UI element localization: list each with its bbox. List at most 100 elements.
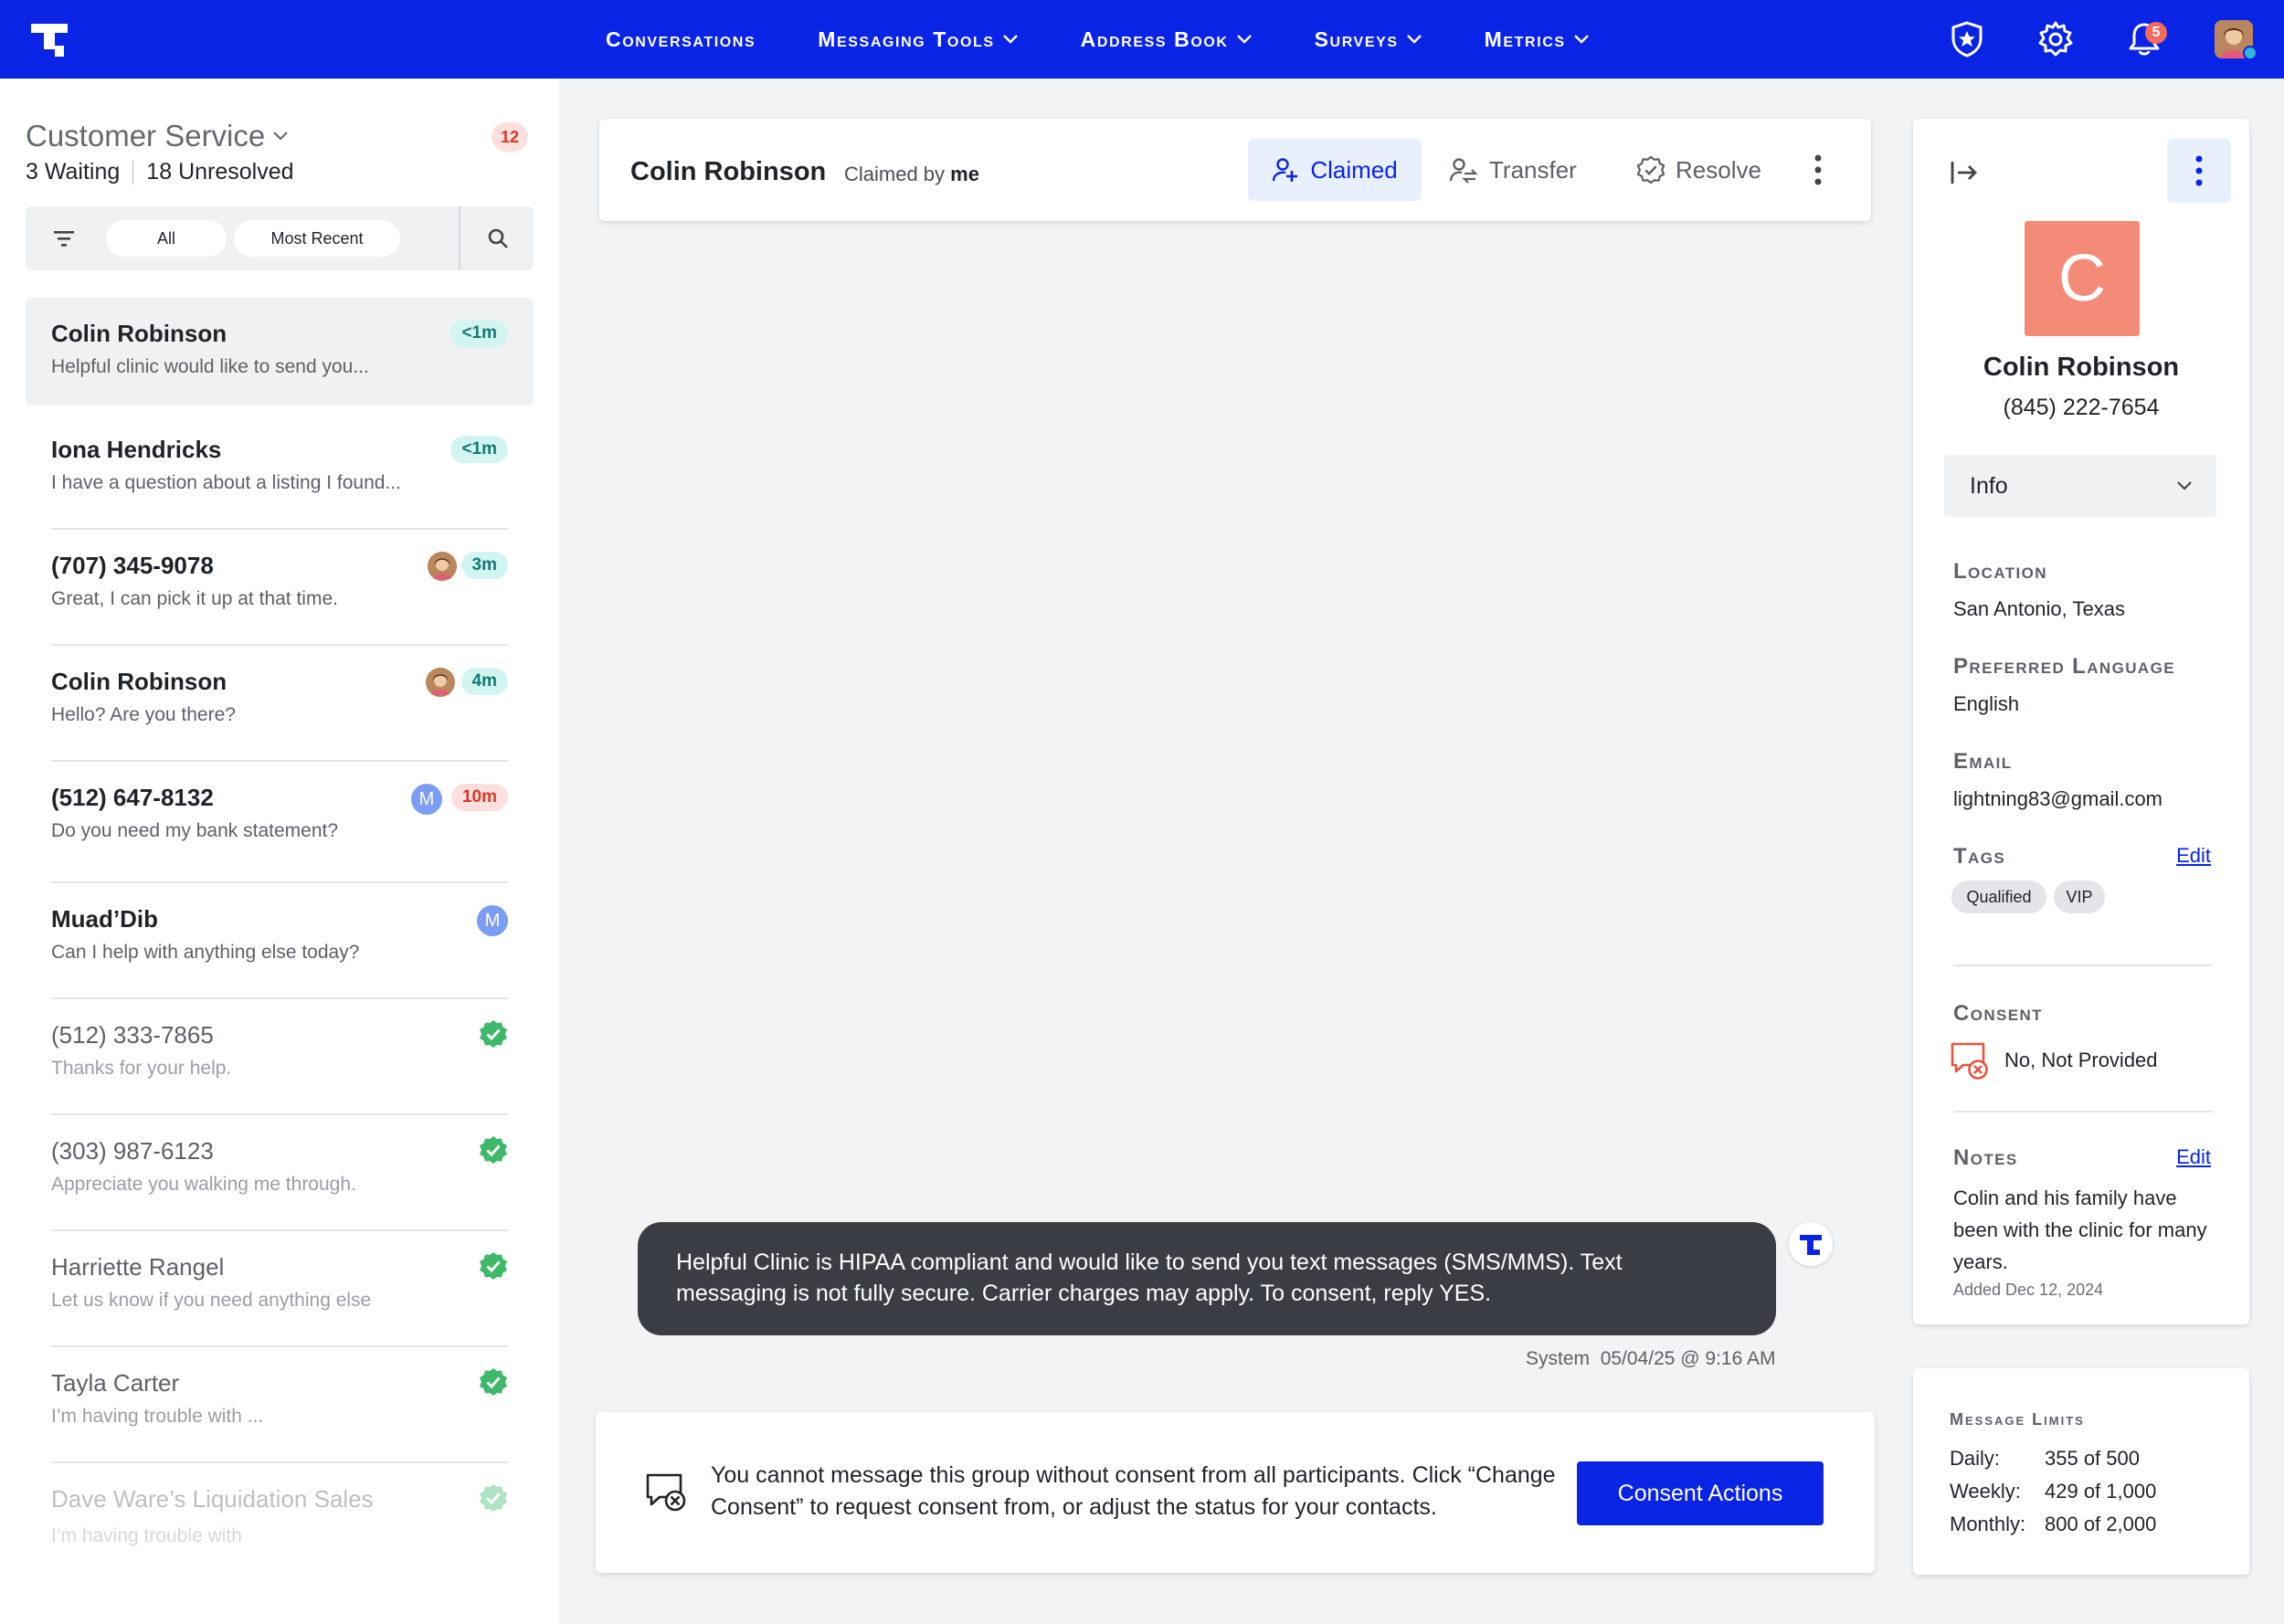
conversation-item[interactable]: (707) 345-9078 Great, I can pick it up a… xyxy=(26,530,534,646)
conversation-item[interactable]: Harriette Rangel Let us know if you need… xyxy=(26,1231,534,1347)
message-sender: System xyxy=(1526,1348,1591,1369)
consent-actions-button[interactable]: Consent Actions xyxy=(1577,1461,1824,1525)
app-logo-icon xyxy=(1800,1235,1822,1255)
conversation-snippet: Great, I can pick it up at that time. xyxy=(51,588,338,609)
conversation-name: Iona Hendricks xyxy=(51,436,222,463)
no-consent-chat-icon xyxy=(646,1473,686,1512)
tag-chip[interactable]: VIP xyxy=(2054,881,2105,913)
nav-metrics[interactable]: Metrics xyxy=(1485,27,1590,52)
collapse-panel-icon[interactable] xyxy=(1950,159,1979,186)
filter-bar: All Most Recent xyxy=(26,206,534,270)
conversation-name: (512) 333-7865 xyxy=(51,1021,214,1049)
chevron-down-icon xyxy=(2177,481,2192,490)
consent-label: Consent xyxy=(1953,1001,2043,1026)
filter-divider xyxy=(459,206,460,270)
limit-label: Daily: xyxy=(1950,1447,2001,1470)
message-limits-card: Message Limits Daily: 355 of 500 Weekly: 4… xyxy=(1913,1368,2249,1575)
resolve-label: Resolve xyxy=(1676,155,1761,184)
waiting-label: Waiting xyxy=(44,159,121,185)
tags-edit-link[interactable]: Edit xyxy=(2176,844,2211,868)
consent-notice: You cannot message this group without co… xyxy=(596,1412,1875,1573)
conversation-name: Harriette Rangel xyxy=(51,1253,225,1281)
tag-chip[interactable]: Qualified xyxy=(1951,881,2046,913)
resolved-check-icon xyxy=(480,1020,507,1048)
language-value: English xyxy=(1953,692,2020,715)
conversation-snippet: Helpful clinic would like to send you... xyxy=(51,356,369,377)
nav-surveys[interactable]: Surveys xyxy=(1315,27,1422,52)
conversation-snippet: Thanks for your help. xyxy=(51,1058,232,1079)
conversation-item[interactable]: (512) 647-8132 Do you need my bank state… xyxy=(26,762,534,883)
email-label: Email xyxy=(1953,749,2013,774)
section-select[interactable]: Info xyxy=(1944,455,2216,517)
assignee-avatar: M xyxy=(477,905,508,936)
conversation-name: Tayla Carter xyxy=(51,1369,180,1397)
app-logo-icon[interactable] xyxy=(27,18,71,62)
queue-count-badge: 12 xyxy=(492,122,528,152)
conversation-item[interactable]: (512) 333-7865 Thanks for your help. xyxy=(26,999,534,1115)
assignee-avatar: M xyxy=(411,784,442,815)
location-label: Location xyxy=(1953,559,2047,584)
contact-name: Colin Robinson xyxy=(1983,353,2180,382)
nav-metrics-label: Metrics xyxy=(1484,26,1566,51)
online-status-dot xyxy=(2243,46,2258,60)
more-options-icon[interactable] xyxy=(1813,153,1824,186)
chevron-down-icon xyxy=(1406,35,1422,44)
contact-more-button[interactable] xyxy=(2167,139,2231,203)
contact-details-panel: C Colin Robinson (845) 222-7654 Info Loc… xyxy=(1913,119,2249,1324)
wait-time-badge: <1m xyxy=(450,436,508,463)
shield-star-icon[interactable] xyxy=(1948,20,1986,58)
conversation-header: Colin Robinson Claimed by me Claimed Tra… xyxy=(599,119,1871,221)
wait-time-badge: <1m xyxy=(450,320,508,347)
conversation-item[interactable]: Dave Ware’s Liquidation Sales I’m having… xyxy=(26,1463,534,1547)
resolve-check-icon xyxy=(1637,156,1665,184)
top-nav: Conversations Messaging Tools Address Bo… xyxy=(0,0,2284,79)
unresolved-label: Unresolved xyxy=(178,159,294,185)
more-options-icon xyxy=(2195,155,2203,186)
search-icon[interactable] xyxy=(486,227,510,250)
conversation-item[interactable]: Colin Robinson Hello? Are you there? 4m xyxy=(26,646,534,762)
transfer-button[interactable]: Transfer xyxy=(1449,139,1577,201)
claimed-button[interactable]: Claimed xyxy=(1248,139,1422,201)
notification-badge: 5 xyxy=(2145,22,2167,44)
message-limits-title: Message Limits xyxy=(1950,1410,2085,1429)
limit-value: 429 of 1,000 xyxy=(2045,1480,2157,1503)
wait-time-badge: 10m xyxy=(450,784,508,811)
limit-row-weekly: Weekly: 429 of 1,000 xyxy=(1950,1480,2156,1503)
limit-value: 800 of 2,000 xyxy=(2045,1513,2157,1535)
filter-all-pill[interactable]: All xyxy=(106,220,227,257)
conversation-item[interactable]: Colin Robinson Helpful clinic would like… xyxy=(26,298,534,406)
conversation-snippet: Can I help with anything else today? xyxy=(51,942,360,963)
filter-icon[interactable] xyxy=(53,228,75,248)
nav-conversations[interactable]: Conversations xyxy=(606,27,756,52)
agent-avatar xyxy=(426,668,455,697)
nav-messaging-tools[interactable]: Messaging Tools xyxy=(818,27,1018,52)
notes-text: Colin and his family have been with the … xyxy=(1953,1186,2207,1273)
resolved-check-icon xyxy=(480,1368,507,1396)
user-plus-icon xyxy=(1273,158,1298,182)
contact-avatar: C xyxy=(2025,221,2140,336)
conversation-snippet: I’m having trouble with xyxy=(51,1525,242,1546)
message-meta: System 05/04/25 @ 9:16 AM xyxy=(1526,1348,1775,1370)
sort-most-recent-pill[interactable]: Most Recent xyxy=(234,220,400,257)
system-message-bubble: Helpful Clinic is HIPAA compliant and wo… xyxy=(638,1222,1776,1335)
wait-time-badge: 3m xyxy=(460,552,508,579)
unresolved-count: 18 xyxy=(146,159,173,185)
conversation-item[interactable]: Iona Hendricks I have a question about a… xyxy=(26,414,534,530)
resolve-button[interactable]: Resolve xyxy=(1637,139,1761,201)
conversation-item[interactable]: (303) 987-6123 Appreciate you walking me… xyxy=(26,1115,534,1231)
nav-messaging-tools-label: Messaging Tools xyxy=(818,26,995,51)
nav-conversations-label: Conversations xyxy=(606,26,756,51)
system-logo xyxy=(1789,1222,1833,1266)
gear-icon[interactable] xyxy=(2036,20,2075,58)
queue-title: Customer Service xyxy=(26,119,266,153)
nav-address-book[interactable]: Address Book xyxy=(1081,27,1253,52)
queue-selector[interactable]: Customer Service xyxy=(26,119,289,153)
agent-avatar xyxy=(428,552,457,581)
consent-denied-icon xyxy=(1951,1042,1988,1080)
message-timestamp: 05/04/25 @ 9:16 AM xyxy=(1600,1348,1776,1369)
notes-edit-link[interactable]: Edit xyxy=(2176,1145,2211,1169)
conversation-item[interactable]: Muad’Dib Can I help with anything else t… xyxy=(26,883,534,999)
waiting-count: 3 xyxy=(26,159,38,185)
nav-address-book-label: Address Book xyxy=(1080,26,1229,51)
conversation-item[interactable]: Tayla Carter I’m having trouble with ... xyxy=(26,1347,534,1463)
